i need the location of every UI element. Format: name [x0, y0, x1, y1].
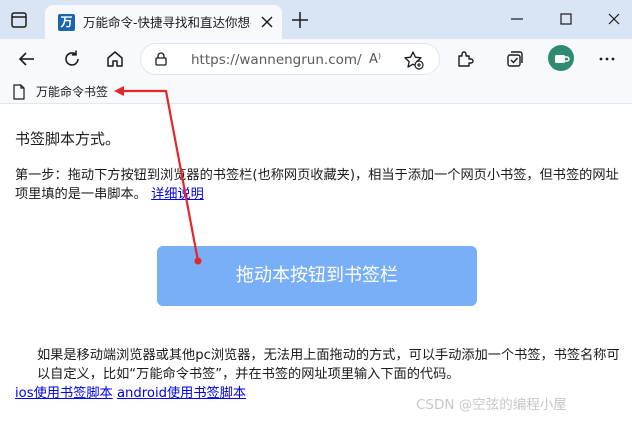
android-script-link[interactable]: android使用书签脚本 — [117, 386, 246, 401]
read-aloud-glyph: A — [369, 52, 378, 67]
read-aloud-icon[interactable]: A⁾ — [369, 50, 391, 70]
title-bar: 万 万能命令-快捷寻找和直达你想要 — [0, 0, 632, 39]
site-favicon: 万 — [58, 14, 75, 31]
home-icon[interactable] — [104, 48, 126, 70]
bookmark-label: 万能命令书签 — [36, 85, 109, 99]
new-tab-icon[interactable] — [290, 10, 310, 30]
tab-actions-icon[interactable] — [10, 11, 28, 29]
extensions-icon[interactable] — [454, 48, 476, 70]
back-icon[interactable] — [16, 48, 38, 70]
maximize-icon[interactable] — [556, 9, 576, 29]
bookmarks-bar: 万能命令书签 — [0, 80, 632, 104]
collections-icon[interactable] — [504, 48, 526, 70]
profile-avatar[interactable] — [548, 45, 574, 71]
url-text[interactable]: https://wannengrun.com/... — [191, 50, 363, 70]
step-one-paragraph: 第一步：拖动下方按钮到浏览器的书签栏(也称网页收藏夹)，相当于添加一个网页小书签… — [15, 166, 625, 204]
close-tab-icon[interactable] — [259, 14, 275, 30]
ios-script-link[interactable]: ios使用书签脚本 — [15, 386, 113, 401]
mobile-instructions: 如果是移动端浏览器或其他pc浏览器，无法用上面拖动的方式，可以手动添加一个书签，… — [15, 346, 627, 403]
drag-to-bookmark-button[interactable]: 拖动本按钮到书签栏 — [157, 246, 477, 306]
page-heading: 书签脚本方式。 — [15, 130, 121, 148]
address-bar[interactable]: https://wannengrun.com/... A⁾ — [140, 43, 440, 75]
mobile-text: 如果是移动端浏览器或其他pc浏览器，无法用上面拖动的方式，可以手动添加一个书签，… — [37, 348, 620, 382]
page-content: 书签脚本方式。 第一步：拖动下方按钮到浏览器的书签栏(也称网页收藏夹)，相当于添… — [0, 105, 632, 424]
bookmark-item[interactable]: 万能命令书签 — [12, 83, 122, 101]
tab-title: 万能命令-快捷寻找和直达你想要 — [83, 15, 251, 30]
close-window-icon[interactable] — [604, 9, 624, 29]
navigation-toolbar: https://wannengrun.com/... A⁾ — [0, 39, 632, 80]
minimize-icon[interactable] — [507, 9, 527, 29]
refresh-icon[interactable] — [61, 48, 83, 70]
step-one-text: 第一步：拖动下方按钮到浏览器的书签栏(也称网页收藏夹)，相当于添加一个网页小书签… — [15, 168, 619, 202]
coffee-cup-icon — [555, 55, 570, 63]
csdn-watermark: CSDN @空弦的编程小屋 — [416, 397, 567, 413]
add-favorite-icon[interactable] — [403, 50, 425, 70]
lock-icon[interactable] — [153, 51, 169, 67]
more-menu-icon[interactable] — [596, 48, 618, 70]
tab-active[interactable]: 万 万能命令-快捷寻找和直达你想要 — [45, 5, 282, 39]
detail-link[interactable]: 详细说明 — [151, 187, 204, 202]
page-icon — [13, 84, 25, 100]
